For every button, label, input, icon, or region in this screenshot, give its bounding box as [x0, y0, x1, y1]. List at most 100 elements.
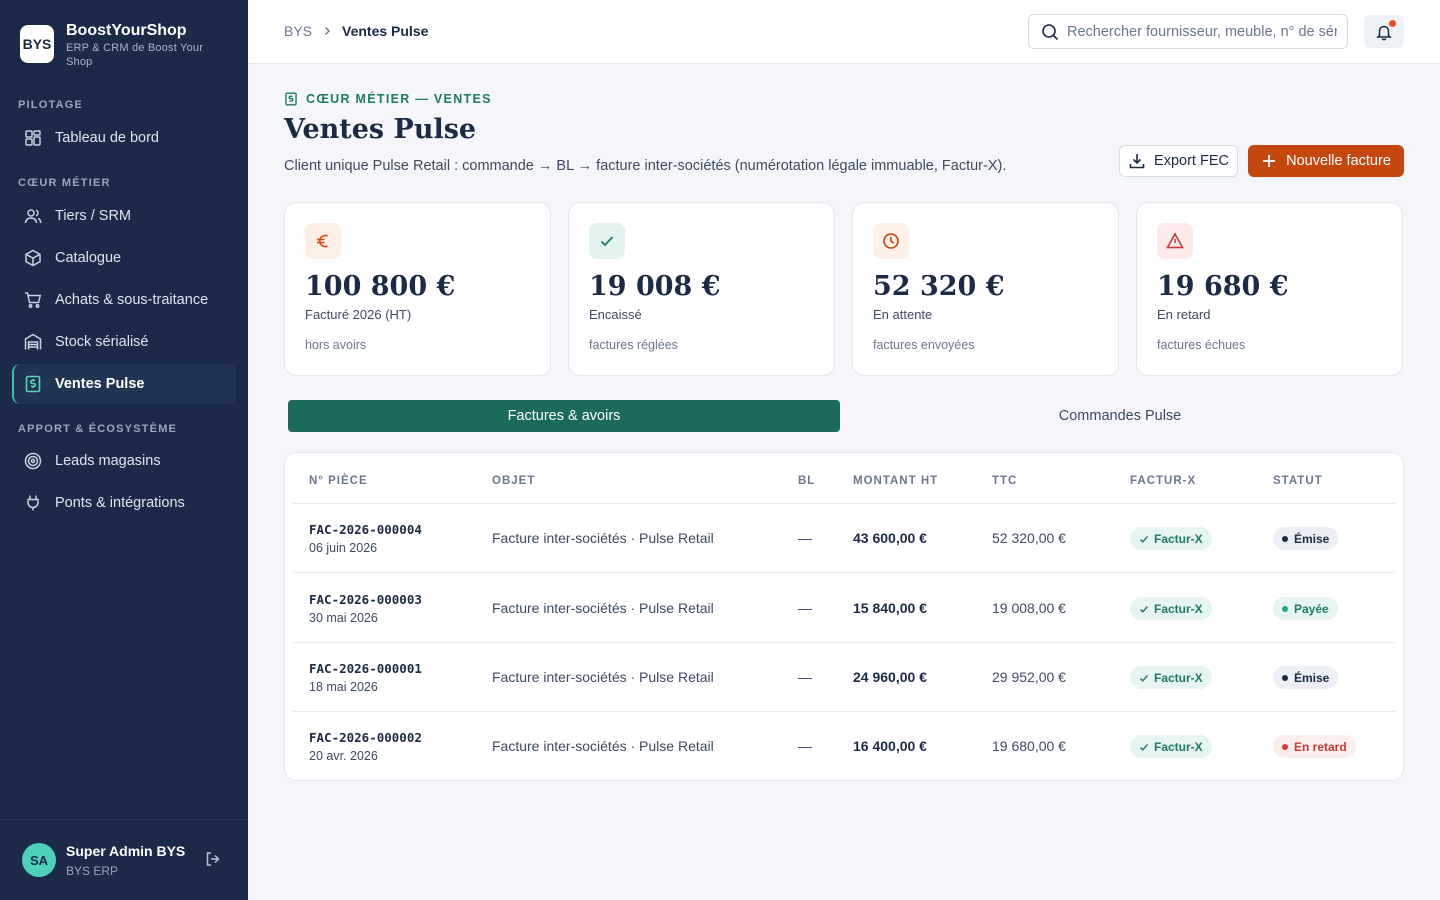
topbar: BYS Ventes Pulse — [248, 0, 1440, 64]
invoice-object: Facture inter-sociétés · Pulse Retail — [492, 738, 714, 754]
logout-icon[interactable] — [204, 850, 222, 868]
column-header[interactable]: FACTUR-X — [1130, 475, 1196, 487]
nav-section-coeur-metier: CŒUR MÉTIER — [18, 177, 111, 189]
kpi-label: Facturé 2026 (HT) — [305, 307, 412, 322]
status-badge: Émise — [1273, 527, 1339, 550]
kpi-label: En retard — [1157, 307, 1211, 322]
avatar[interactable]: SA — [22, 843, 56, 877]
kpi-value: 19 008 € — [589, 271, 721, 302]
status-dot — [1282, 605, 1288, 612]
sidebar-item-label: Leads magasins — [55, 453, 161, 469]
kpi-value: 19 680 € — [1157, 271, 1289, 302]
kpi-value: 100 800 € — [305, 271, 456, 302]
invoice-amount-ht: 15 840,00 € — [853, 600, 927, 616]
column-header[interactable]: BL — [798, 475, 815, 487]
facturx-label: Factur-X — [1154, 739, 1203, 754]
status-badge: En retard — [1273, 735, 1356, 758]
kpi-hint: factures échues — [1157, 338, 1246, 352]
invoice-number[interactable]: FAC-2026-000002 — [309, 730, 422, 745]
invoice-number[interactable]: FAC-2026-000001 — [309, 661, 422, 676]
invoice-amount-ttc: 19 008,00 € — [992, 600, 1066, 616]
invoice-amount-ht: 16 400,00 € — [853, 738, 927, 754]
user-name: Super Admin BYS — [66, 843, 186, 859]
check-icon — [1139, 604, 1149, 614]
column-header[interactable]: STATUT — [1273, 475, 1323, 487]
sidebar-item-ponts[interactable]: Ponts & intégrations — [12, 483, 236, 523]
status-dot — [1282, 674, 1288, 681]
invoice-bl: — — [798, 669, 812, 685]
invoice-amount-ht: 24 960,00 € — [853, 669, 927, 685]
status-label: Émise — [1294, 670, 1330, 685]
brand-name: BoostYourShop — [66, 22, 187, 39]
column-header[interactable]: OBJET — [492, 475, 535, 487]
search-icon — [1041, 23, 1059, 41]
search-input[interactable] — [1067, 23, 1337, 40]
status-badge: Payée — [1273, 597, 1338, 620]
invoice-bl: — — [798, 530, 812, 546]
sidebar-item-stock[interactable]: Stock sérialisé — [12, 322, 236, 362]
breadcrumb-current: Ventes Pulse — [342, 23, 429, 39]
invoice-amount-ttc: 52 320,00 € — [992, 530, 1066, 546]
status-dot — [1282, 743, 1288, 750]
sidebar-item-dashboard[interactable]: Tableau de bord — [12, 118, 236, 158]
invoice-amount-ttc: 19 680,00 € — [992, 738, 1066, 754]
warehouse-icon — [24, 333, 42, 351]
invoice-date: 30 mai 2026 — [309, 611, 378, 625]
invoice-amount-ttc: 29 952,00 € — [992, 669, 1066, 685]
table-row[interactable]: FAC-2026-000004 06 juin 2026 Facture int… — [293, 504, 1395, 573]
sidebar-item-catalogue[interactable]: Catalogue — [12, 238, 236, 278]
invoice-amount-ht: 43 600,00 € — [853, 530, 927, 546]
column-header[interactable]: N° PIÈCE — [309, 475, 368, 487]
facturx-badge: Factur-X — [1130, 735, 1212, 758]
invoice-number[interactable]: FAC-2026-000004 — [309, 522, 422, 537]
target-icon — [24, 452, 42, 470]
column-header[interactable]: TTC — [992, 475, 1017, 487]
invoice-date: 20 avr. 2026 — [309, 749, 378, 763]
invoice-bl: — — [798, 600, 812, 616]
invoice-number[interactable]: FAC-2026-000003 — [309, 592, 422, 607]
export-fec-label: Export FEC — [1154, 153, 1229, 169]
kpi-hint: factures envoyées — [873, 338, 975, 352]
facturx-label: Factur-X — [1154, 670, 1203, 685]
brand-logo: BYS — [20, 25, 54, 63]
facturx-badge: Factur-X — [1130, 666, 1212, 689]
sidebar: BYS BoostYourShop ERP & CRM de Boost You… — [0, 0, 248, 900]
kpi-hint: factures réglées — [589, 338, 678, 352]
clock-icon — [873, 223, 909, 259]
breadcrumb: BYS Ventes Pulse — [284, 23, 428, 39]
tab-factures-avoirs[interactable]: Factures & avoirs — [288, 400, 840, 432]
alert-triangle-icon — [1157, 223, 1193, 259]
search-box[interactable] — [1028, 14, 1348, 49]
sidebar-item-label: Ventes Pulse — [55, 376, 145, 392]
nav-section-pilotage: PILOTAGE — [18, 99, 84, 111]
tab-commandes-pulse[interactable]: Commandes Pulse — [844, 400, 1396, 432]
users-icon — [24, 207, 42, 225]
check-icon — [1139, 742, 1149, 752]
table-row[interactable]: FAC-2026-000003 30 mai 2026 Facture inte… — [293, 574, 1395, 643]
export-fec-button[interactable]: Export FEC — [1119, 145, 1238, 177]
column-header[interactable]: MONTANT HT — [853, 475, 938, 487]
notifications-button[interactable] — [1364, 15, 1404, 48]
download-icon — [1128, 152, 1146, 170]
nav-section-apport: APPORT & ÉCOSYSTÈME — [18, 423, 178, 435]
plus-icon — [1261, 153, 1277, 169]
sidebar-item-achats[interactable]: Achats & sous-traitance — [12, 280, 236, 320]
new-invoice-button[interactable]: Nouvelle facture — [1248, 145, 1404, 177]
sidebar-item-tiers[interactable]: Tiers / SRM — [12, 196, 236, 236]
sidebar-item-ventes-pulse[interactable]: Ventes Pulse — [12, 364, 236, 404]
sidebar-item-leads[interactable]: Leads magasins — [12, 441, 236, 481]
facturx-badge: Factur-X — [1130, 597, 1212, 620]
sidebar-item-label: Achats & sous-traitance — [55, 292, 209, 308]
invoice-object: Facture inter-sociétés · Pulse Retail — [492, 530, 714, 546]
notification-dot — [1389, 20, 1396, 27]
breadcrumb-root[interactable]: BYS — [284, 23, 312, 39]
brand[interactable]: BYS BoostYourShop ERP & CRM de Boost You… — [20, 22, 226, 69]
table-row[interactable]: FAC-2026-000002 20 avr. 2026 Facture int… — [293, 712, 1395, 781]
dashboard-icon — [24, 129, 42, 147]
invoice-date: 18 mai 2026 — [309, 680, 378, 694]
kpi-card-billed: 100 800 € Facturé 2026 (HT) hors avoirs — [284, 202, 551, 376]
status-dot — [1282, 535, 1288, 542]
table-row[interactable]: FAC-2026-000001 18 mai 2026 Facture inte… — [293, 643, 1395, 712]
page-description: Client unique Pulse Retail : commande → … — [284, 158, 1007, 174]
check-icon — [1139, 673, 1149, 683]
